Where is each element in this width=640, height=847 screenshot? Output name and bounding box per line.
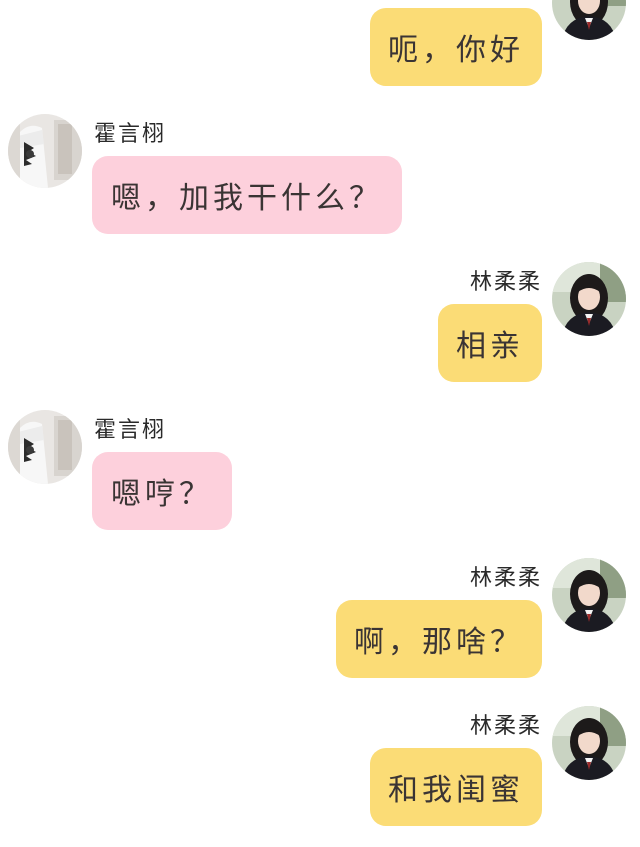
contact-avatar-icon[interactable] — [8, 410, 82, 484]
message-bubble[interactable]: 和我闺蜜 — [370, 748, 542, 826]
contact-avatar-icon[interactable] — [8, 114, 82, 188]
message-bubble[interactable]: 嗯，加我干什么？ — [92, 156, 402, 234]
message-bubble[interactable]: 相亲 — [438, 304, 542, 382]
chat-thread: 呃，你好 霍言栩 嗯，加我干什么？ 林柔柔 相亲 霍言栩 嗯哼？ 林柔柔 啊，那… — [0, 0, 640, 847]
my-avatar-icon[interactable] — [552, 262, 626, 336]
sender-name: 霍言栩 — [94, 418, 167, 443]
sender-name: 林柔柔 — [469, 270, 542, 295]
sender-name: 霍言栩 — [94, 122, 167, 147]
my-avatar-icon[interactable] — [552, 558, 626, 632]
sender-name: 林柔柔 — [469, 566, 542, 591]
sender-name: 林柔柔 — [469, 714, 542, 739]
message-bubble[interactable]: 啊，那啥？ — [336, 600, 542, 678]
message-bubble[interactable]: 嗯哼？ — [92, 452, 232, 530]
message-bubble[interactable]: 呃，你好 — [370, 8, 542, 86]
my-avatar-icon[interactable] — [552, 0, 626, 40]
my-avatar-icon[interactable] — [552, 706, 626, 780]
